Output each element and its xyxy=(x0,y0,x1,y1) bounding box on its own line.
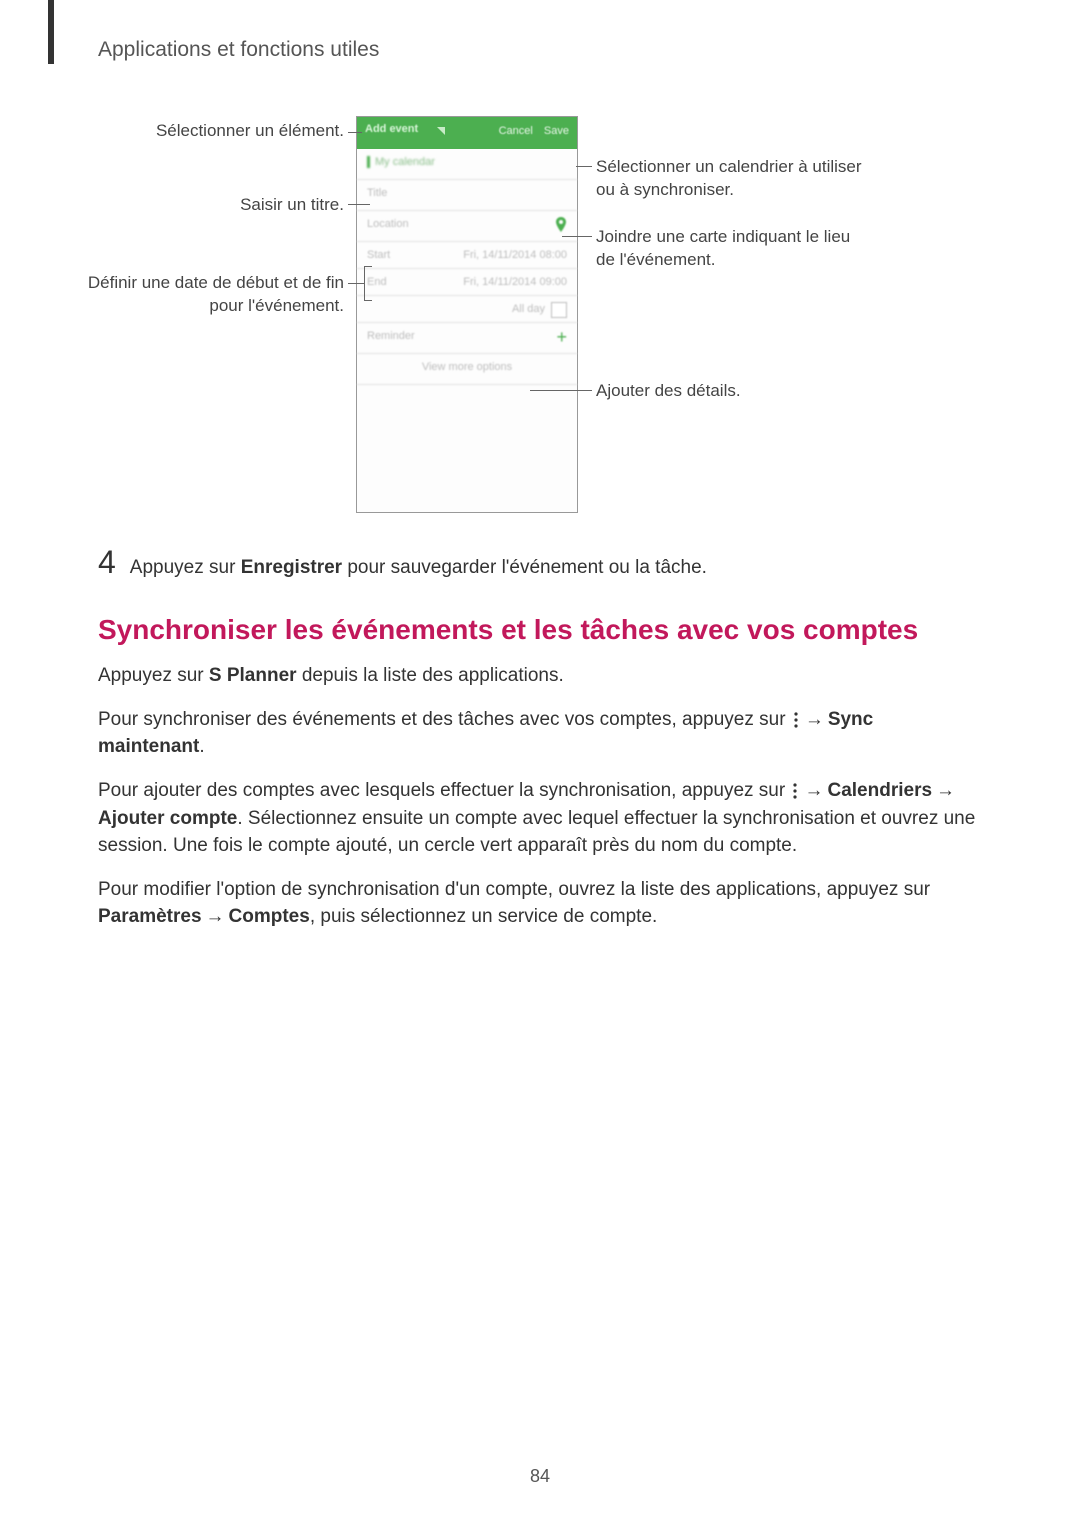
callout-set-dates: Définir une date de début et de fin pour… xyxy=(80,272,344,318)
callout-attach-map: Joindre une carte indiquant le lieu de l… xyxy=(596,226,916,272)
t-bold: Ajouter compte xyxy=(98,808,237,829)
map-pin-icon xyxy=(555,217,567,236)
section-heading-sync: Synchroniser les événements et les tâche… xyxy=(98,610,984,651)
t: Pour synchroniser des événements et des … xyxy=(98,709,791,730)
connector-tick xyxy=(364,266,365,300)
cancel-button-label: Cancel xyxy=(499,125,533,137)
connector-line xyxy=(364,266,372,267)
callout-attach-map-l1: Joindre une carte indiquant le lieu xyxy=(596,227,850,246)
row-calendar: My calendar xyxy=(357,149,577,180)
t-bold: Paramètres xyxy=(98,906,202,927)
row-end-label: End xyxy=(367,276,387,288)
t-bold: maintenant xyxy=(98,736,199,757)
t: Appuyez sur xyxy=(130,557,241,578)
connector-line xyxy=(576,166,592,167)
connector-line xyxy=(348,283,364,284)
t-bold: Enregistrer xyxy=(241,557,342,578)
row-calendar-value: My calendar xyxy=(367,156,435,168)
connector-line xyxy=(562,236,592,237)
paragraph-2: Pour synchroniser des événements et des … xyxy=(98,706,984,761)
more-options-icon xyxy=(791,706,801,734)
connector-line xyxy=(348,132,362,133)
page-body: 4 Appuyez sur Enregistrer pour sauvegard… xyxy=(98,546,984,947)
callout-select-element: Sélectionner un élément. xyxy=(100,120,344,143)
page-number: 84 xyxy=(0,1466,1080,1487)
t-bold: Sync xyxy=(828,709,873,730)
callout-set-dates-l1: Définir une date de début et de fin xyxy=(88,273,344,292)
t: Appuyez sur xyxy=(98,665,209,686)
save-button-label: Save xyxy=(544,125,569,137)
callout-select-calendar: Sélectionner un calendrier à utiliser ou… xyxy=(596,156,916,202)
connector-line xyxy=(348,204,370,205)
t: , puis sélectionnez un service de compte… xyxy=(310,906,657,927)
more-options-icon xyxy=(790,777,800,805)
row-location: Location xyxy=(357,211,577,242)
arrow-icon: → xyxy=(801,709,828,730)
callout-select-calendar-l1: Sélectionner un calendrier à utiliser xyxy=(596,157,862,176)
arrow-icon: → xyxy=(202,906,229,927)
row-start-value: Fri, 14/11/2014 08:00 xyxy=(463,249,567,261)
t-bold: Calendriers xyxy=(827,780,932,801)
callout-select-calendar-l2: ou à synchroniser. xyxy=(596,180,734,199)
arrow-icon: → xyxy=(800,780,827,801)
phone-header-title: Add event xyxy=(365,123,418,135)
t: depuis la liste des applications. xyxy=(297,665,564,686)
paragraph-3: Pour ajouter des comptes avec lesquels e… xyxy=(98,777,984,860)
plus-icon: + xyxy=(556,327,567,348)
connector-line xyxy=(364,300,372,301)
row-allday-label: All day xyxy=(512,303,545,315)
t: Pour ajouter des comptes avec lesquels e… xyxy=(98,780,790,801)
row-start: Start Fri, 14/11/2014 08:00 xyxy=(357,242,577,269)
step-text: Appuyez sur Enregistrer pour sauvegarder… xyxy=(130,554,707,582)
header-rule xyxy=(48,0,54,64)
callout-enter-title: Saisir un titre. xyxy=(100,194,344,217)
paragraph-4: Pour modifier l'option de synchronisatio… xyxy=(98,876,984,931)
callout-add-details: Ajouter des détails. xyxy=(596,380,916,403)
t-bold: Comptes xyxy=(229,906,310,927)
t-bold: S Planner xyxy=(209,665,297,686)
row-view-more-label: View more options xyxy=(357,361,577,373)
manual-page: Applications et fonctions utiles Add eve… xyxy=(0,0,1080,1527)
figure-add-event: Add event Cancel Save My calendar Title … xyxy=(0,108,1080,518)
row-end-value: Fri, 14/11/2014 09:00 xyxy=(463,276,567,288)
row-title: Title xyxy=(357,180,577,211)
step-4: 4 Appuyez sur Enregistrer pour sauvegard… xyxy=(98,546,984,582)
row-location-placeholder: Location xyxy=(367,218,409,230)
row-title-placeholder: Title xyxy=(367,187,387,199)
t: . xyxy=(199,736,204,757)
row-start-label: Start xyxy=(367,249,390,261)
paragraph-1: Appuyez sur S Planner depuis la liste de… xyxy=(98,662,984,690)
phone-mockup: Add event Cancel Save My calendar Title … xyxy=(356,116,578,513)
running-header: Applications et fonctions utiles xyxy=(98,38,379,62)
row-view-more: View more options xyxy=(357,354,577,385)
row-reminder-label: Reminder xyxy=(367,330,415,342)
t: Pour modifier l'option de synchronisatio… xyxy=(98,879,930,900)
t: pour sauvegarder l'événement ou la tâche… xyxy=(342,557,707,578)
step-number: 4 xyxy=(98,546,116,578)
arrow-icon: → xyxy=(932,780,959,801)
connector-line xyxy=(530,390,592,391)
row-end: End Fri, 14/11/2014 09:00 xyxy=(357,269,577,296)
dropdown-indicator-icon xyxy=(437,127,445,135)
row-reminder: Reminder + xyxy=(357,323,577,354)
callout-set-dates-l2: pour l'événement. xyxy=(209,296,344,315)
checkbox-icon xyxy=(551,302,567,318)
phone-header-actions: Cancel Save xyxy=(491,125,569,137)
phone-header: Add event Cancel Save xyxy=(357,117,577,149)
callout-attach-map-l2: de l'événement. xyxy=(596,250,716,269)
row-allday: All day xyxy=(357,296,577,323)
